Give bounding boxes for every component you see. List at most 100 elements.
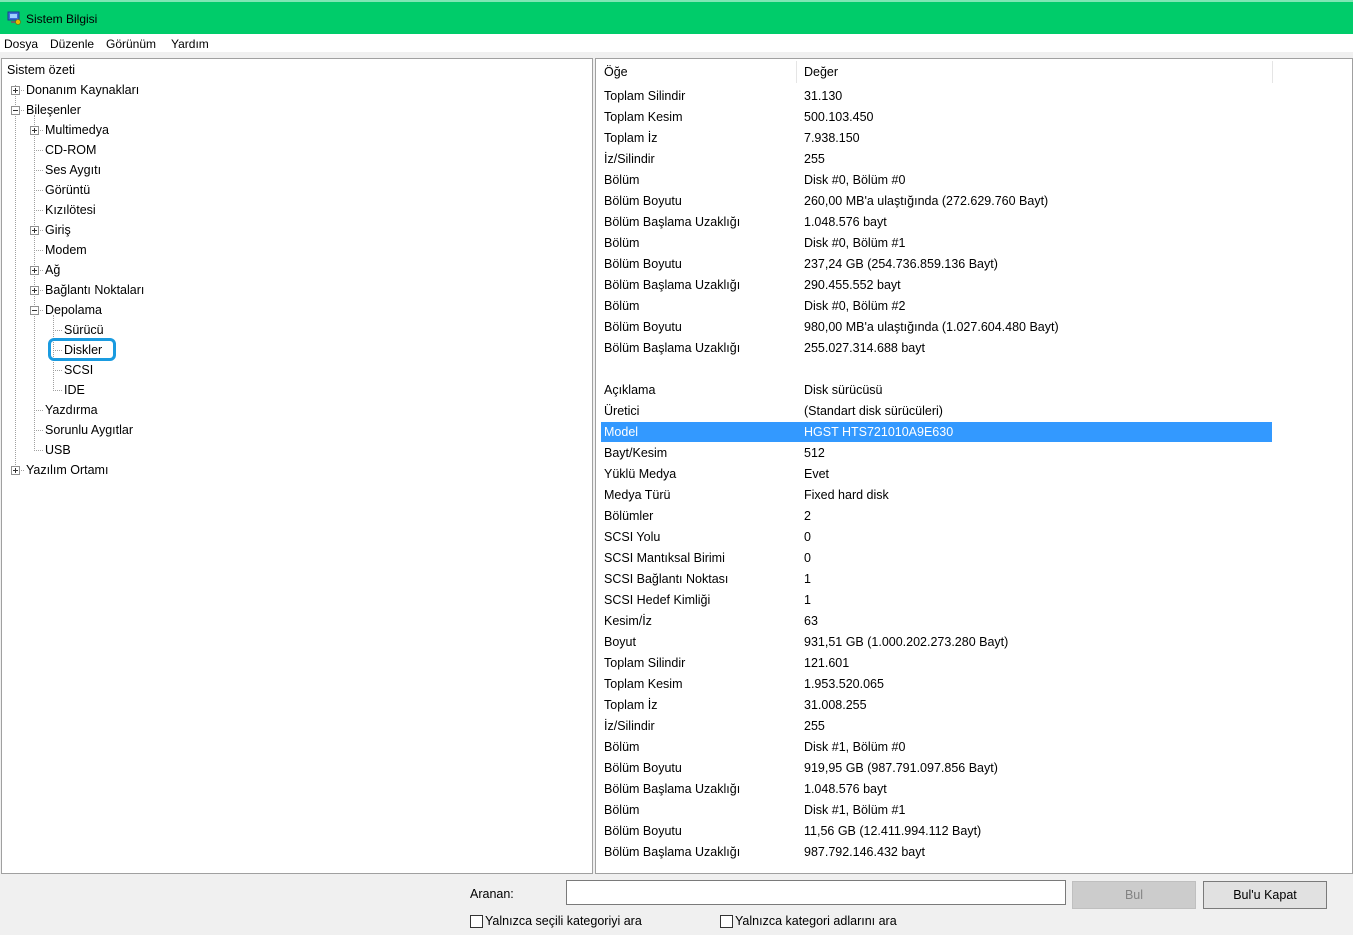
list-row[interactable]: Yüklü Medya Evet xyxy=(601,464,1272,484)
list-row[interactable]: Bölüm Boyutu 11,56 GB (12.411.994.112 Bay… xyxy=(601,821,1272,841)
tree-item[interactable]: Kızılötesi xyxy=(45,201,96,219)
list-row[interactable]: Toplam İz 31.008.255 xyxy=(601,695,1272,715)
list-row[interactable]: Bölüm Başlama Uzaklığı 1.048.576 bayt xyxy=(601,212,1272,232)
value-cell: 255.027.314.688 bayt xyxy=(804,341,925,355)
list-row[interactable]: Bölüm Başlama Uzaklığı 290.455.552 bayt xyxy=(601,275,1272,295)
list-row[interactable]: Toplam İz 7.938.150 xyxy=(601,128,1272,148)
menu-file[interactable]: Dosya xyxy=(4,37,38,51)
expand-icon[interactable] xyxy=(11,86,20,95)
list-row[interactable]: Kesim/İz 63 xyxy=(601,611,1272,631)
tree-item[interactable]: IDE xyxy=(64,381,85,399)
column-divider[interactable] xyxy=(1272,61,1273,83)
list-row[interactable]: Üretici (Standart disk sürücüleri) xyxy=(601,401,1272,421)
menu-help[interactable]: Yardım xyxy=(171,37,209,51)
expand-icon[interactable] xyxy=(30,226,39,235)
expand-icon[interactable] xyxy=(30,266,39,275)
item-cell: SCSI Hedef Kimliği xyxy=(604,593,711,607)
value-cell: 931,51 GB (1.000.202.273.280 Bayt) xyxy=(804,635,1009,649)
expand-icon[interactable] xyxy=(30,286,39,295)
tree-item[interactable]: SCSI xyxy=(64,361,93,379)
tree-item[interactable]: Multimedya xyxy=(45,121,109,139)
collapse-icon[interactable] xyxy=(11,106,20,115)
tree-item-label: Görüntü xyxy=(45,183,91,197)
search-label: Aranan: xyxy=(470,887,514,901)
list-row[interactable]: Bölüm Disk #1, Bölüm #1 xyxy=(601,800,1272,820)
column-header-value[interactable]: Değer xyxy=(796,59,1272,85)
checkbox-box[interactable] xyxy=(720,915,733,928)
item-cell: Toplam Kesim xyxy=(604,110,683,124)
list-row[interactable]: Bölüm Başlama Uzaklığı 255.027.314.688 ba… xyxy=(601,338,1272,358)
value-cell: 260,00 MB'a ulaştığında (272.629.760 Bay… xyxy=(804,194,1049,208)
value-cell: Disk #1, Bölüm #1 xyxy=(804,803,906,817)
category-tree[interactable]: Sistem özeti Donanım Kaynakları Bileşenle… xyxy=(1,58,593,874)
checkbox-label: Yalnızca seçili kategoriyi ara xyxy=(485,914,642,928)
tree-item[interactable]: Bağlantı Noktaları xyxy=(45,281,144,299)
list-row[interactable]: Bölüm Disk #0, Bölüm #1 xyxy=(601,233,1272,253)
tree-item[interactable]: Görüntü xyxy=(45,181,90,199)
list-row[interactable]: Toplam Silindir 31.130 xyxy=(601,86,1272,106)
find-button[interactable]: Bul xyxy=(1072,881,1196,909)
close-find-button[interactable]: Bul'u Kapat xyxy=(1203,881,1327,909)
list-row[interactable]: Toplam Silindir 121.601 xyxy=(601,653,1272,673)
list-row[interactable]: Bölüm Başlama Uzaklığı 987.792.146.432 ba… xyxy=(601,842,1272,862)
value-cell: 237,24 GB (254.736.859.136 Bayt) xyxy=(804,257,998,271)
tree-item[interactable]: Ses Aygıtı xyxy=(45,161,101,179)
tree-item[interactable]: Yazılım Ortamı xyxy=(26,461,108,479)
list-row[interactable]: SCSI Yolu 0 xyxy=(601,527,1272,547)
item-cell: Bölüm Boyutu xyxy=(604,824,682,838)
expand-icon[interactable] xyxy=(30,126,39,135)
list-row[interactable]: SCSI Hedef Kimliği 1 xyxy=(601,590,1272,610)
tree-item-label: Sistem özeti xyxy=(7,63,76,77)
list-row[interactable]: Bölüm Disk #1, Bölüm #0 xyxy=(601,737,1272,757)
list-row[interactable]: Bölüm Disk #0, Bölüm #0 xyxy=(601,170,1272,190)
tree-item-label: Ağ xyxy=(45,263,61,277)
list-row[interactable]: Bölüm Boyutu 980,00 MB'a ulaştığında (1.0… xyxy=(601,317,1272,337)
list-row[interactable]: Bölüm Boyutu 237,24 GB (254.736.859.136 B… xyxy=(601,254,1272,274)
list-row[interactable]: Toplam Kesim 500.103.450 xyxy=(601,107,1272,127)
list-row[interactable]: Bölümler 2 xyxy=(601,506,1272,526)
list-row[interactable]: SCSI Bağlantı Noktası 1 xyxy=(601,569,1272,589)
tree-item[interactable]: Sorunlu Aygıtlar xyxy=(45,421,133,439)
item-cell: Kesim/İz xyxy=(604,614,652,628)
search-input[interactable] xyxy=(566,880,1066,905)
tree-item-system-summary[interactable]: Sistem özeti xyxy=(7,61,75,79)
list-row[interactable]: Toplam Kesim 1.953.520.065 xyxy=(601,674,1272,694)
checkbox-box[interactable] xyxy=(470,915,483,928)
tree-item[interactable]: Modem xyxy=(45,241,87,259)
list-row[interactable]: Açıklama Disk sürücüsü xyxy=(601,380,1272,400)
list-row[interactable] xyxy=(601,359,1272,379)
list-row[interactable]: Bayt/Kesim 512 xyxy=(601,443,1272,463)
value-cell: 63 xyxy=(804,614,818,628)
details-list[interactable]: Öğe Değer Toplam Silindir 31.130 Toplam Ke… xyxy=(595,58,1353,874)
value-cell: 1.048.576 bayt xyxy=(804,782,887,796)
column-header-item[interactable]: Öğe xyxy=(596,59,796,85)
collapse-icon[interactable] xyxy=(30,306,39,315)
list-row[interactable]: Bölüm Boyutu 260,00 MB'a ulaştığında (272… xyxy=(601,191,1272,211)
value-cell: Disk sürücüsü xyxy=(804,383,883,397)
tree-item[interactable]: Depolama xyxy=(45,301,102,319)
list-row[interactable]: İz/Silindir 255 xyxy=(601,149,1272,169)
tree-item[interactable]: Bileşenler xyxy=(26,101,81,119)
menu-edit[interactable]: Düzenle xyxy=(50,37,94,51)
tree-item[interactable]: Sürücü xyxy=(64,321,104,339)
item-cell: Bayt/Kesim xyxy=(604,446,668,460)
value-cell: 31.008.255 xyxy=(804,698,867,712)
tree-item[interactable]: CD-ROM xyxy=(45,141,96,159)
list-row[interactable]: Medya Türü Fixed hard disk xyxy=(601,485,1272,505)
expand-icon[interactable] xyxy=(11,466,20,475)
tree-item[interactable]: USB xyxy=(45,441,71,459)
tree-item[interactable]: Donanım Kaynakları xyxy=(26,81,139,99)
tree-item[interactable]: Yazdırma xyxy=(45,401,98,419)
list-row[interactable]: SCSI Mantıksal Birimi 0 xyxy=(601,548,1272,568)
tree-item[interactable]: Ağ xyxy=(45,261,60,279)
list-row[interactable]: Bölüm Başlama Uzaklığı 1.048.576 bayt xyxy=(601,779,1272,799)
list-row[interactable]: Bölüm Boyutu 919,95 GB (987.791.097.856 B… xyxy=(601,758,1272,778)
list-row[interactable]: Model HGST HTS721010A9E630 xyxy=(601,422,1272,442)
tree-item[interactable]: Giriş xyxy=(45,221,71,239)
value-cell: Evet xyxy=(804,467,830,481)
list-row[interactable]: Boyut 931,51 GB (1.000.202.273.280 Bayt) xyxy=(601,632,1272,652)
list-row[interactable]: İz/Silindir 255 xyxy=(601,716,1272,736)
list-row[interactable]: Bölüm Disk #0, Bölüm #2 xyxy=(601,296,1272,316)
menu-view[interactable]: Görünüm xyxy=(106,37,156,51)
value-cell: 7.938.150 xyxy=(804,131,860,145)
